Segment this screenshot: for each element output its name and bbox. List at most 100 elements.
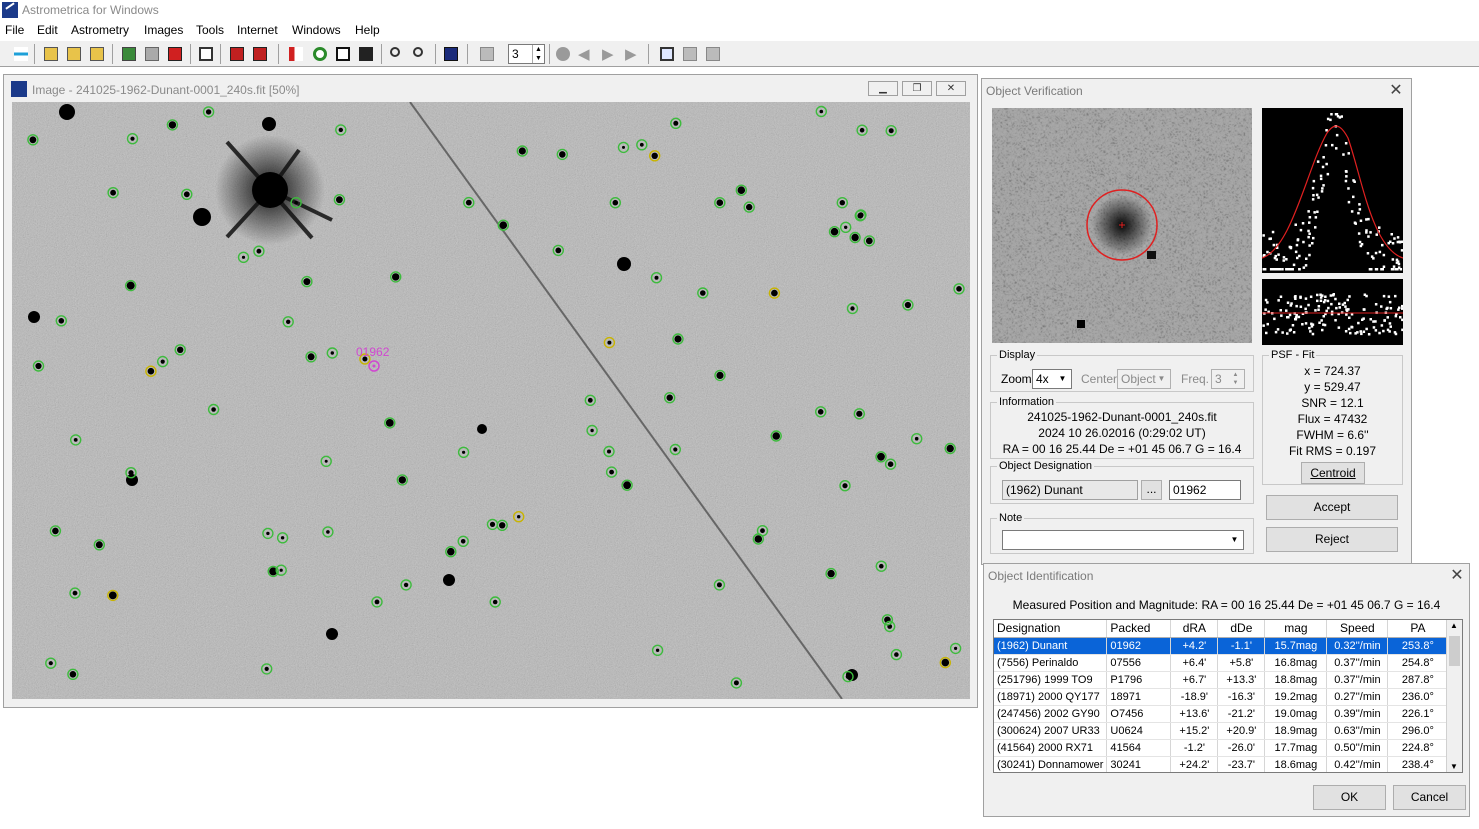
table-cell: 17.7mag xyxy=(1264,739,1328,757)
data-reduction-button[interactable] xyxy=(228,45,246,63)
column-header[interactable]: Designation xyxy=(994,620,1108,638)
menu-help[interactable]: Help xyxy=(355,23,380,37)
menu-file[interactable]: File xyxy=(5,23,24,37)
packed-designation-field[interactable]: 01962 xyxy=(1169,480,1241,500)
column-header[interactable]: mag xyxy=(1264,620,1328,638)
menu-windows[interactable]: Windows xyxy=(292,23,341,37)
psf-flux: Flux = 47432 xyxy=(1297,412,1368,426)
zoom-select[interactable]: 4x ▼ xyxy=(1032,369,1072,389)
close-button[interactable]: ✕ xyxy=(936,81,966,96)
restore-button[interactable]: ❐ xyxy=(902,81,932,96)
verification-close-button[interactable]: ✕ xyxy=(1387,82,1405,100)
menu-astrometry[interactable]: Astrometry xyxy=(71,23,129,37)
load-dark-button[interactable] xyxy=(65,45,83,63)
previous-button[interactable]: ◀ xyxy=(576,45,594,63)
note-select[interactable]: ▼ xyxy=(1002,530,1244,550)
menu-tools[interactable]: Tools xyxy=(196,23,224,37)
column-header[interactable]: Speed xyxy=(1326,620,1389,638)
table-cell: 236.0° xyxy=(1387,688,1449,706)
psf-legend: PSF - Fit xyxy=(1271,349,1315,361)
toolbar: 3 ▲ ▼ ◀ ▶ ▶ xyxy=(0,41,1479,67)
select-image-button[interactable] xyxy=(658,45,676,63)
menu-internet[interactable]: Internet xyxy=(237,23,278,37)
menu-images[interactable]: Images xyxy=(144,23,183,37)
scrollbar-thumb[interactable] xyxy=(1449,636,1460,666)
table-row[interactable]: (30241) Donnamower 30241 +24.2' -23.7' 18.6m… xyxy=(994,756,1449,772)
centroid-button[interactable]: Centroid xyxy=(1301,462,1365,484)
minimize-button[interactable]: ▁ xyxy=(868,81,898,96)
star-button[interactable] xyxy=(120,45,138,63)
known-objects-icon xyxy=(289,47,303,61)
blink-settings-button[interactable] xyxy=(478,45,496,63)
blink-icon xyxy=(145,47,159,61)
ok-button[interactable]: OK xyxy=(1313,785,1386,810)
info-date: 2024 10 26.02016 (0:29:02 UT) xyxy=(1038,426,1206,440)
load-flat-button[interactable] xyxy=(88,45,106,63)
table-row[interactable]: (41564) 2000 RX71 41564 -1.2' -26.0' 17.7mag… xyxy=(994,739,1449,757)
table-row[interactable]: (300624) 2007 UR33 U0624 +15.2' +20.9' 18.9m… xyxy=(994,722,1449,740)
select-object-button[interactable] xyxy=(442,45,460,63)
load-images-button[interactable] xyxy=(42,45,60,63)
menu-edit[interactable]: Edit xyxy=(37,23,58,37)
cancel-button[interactable]: Cancel xyxy=(1393,785,1466,810)
next-icon: ▶ xyxy=(625,46,637,63)
menu-bar: File Edit Astrometry Images Tools Intern… xyxy=(0,21,1479,40)
next-button[interactable]: ▶ xyxy=(623,45,641,63)
identification-grid: Designation Packed dRA dDe mag Speed PA … xyxy=(994,620,1449,772)
image-display-icon xyxy=(359,47,373,61)
track-and-stack-button[interactable] xyxy=(334,45,352,63)
browse-designation-button[interactable]: ... xyxy=(1141,480,1162,500)
moving-object-button[interactable] xyxy=(251,45,269,63)
reject-button[interactable]: Reject xyxy=(1266,527,1398,552)
reference-stars-button[interactable] xyxy=(197,45,215,63)
zoom-out-button[interactable] xyxy=(411,45,429,63)
settings-button[interactable] xyxy=(166,45,184,63)
play-button[interactable]: ▶ xyxy=(600,45,618,63)
blink-button[interactable] xyxy=(143,45,161,63)
table-cell: -1.2' xyxy=(1170,739,1219,757)
table-cell: 287.8° xyxy=(1387,671,1449,689)
chevron-up-icon[interactable]: ▲ xyxy=(1450,621,1458,630)
psf-snr: SNR = 12.1 xyxy=(1301,396,1364,410)
table-cell: 253.8° xyxy=(1387,637,1449,655)
table-row[interactable]: (18971) 2000 QY177 18971 -18.9' -16.3' 19.2m… xyxy=(994,688,1449,706)
open-image-button[interactable] xyxy=(12,45,30,63)
object-designation-group: Object Designation (1962) Dunant ... 019… xyxy=(990,460,1254,504)
vertical-scrollbar[interactable]: ▲ ▼ xyxy=(1446,620,1462,772)
star-field-image[interactable]: 01962 xyxy=(12,102,970,699)
column-header[interactable]: PA xyxy=(1387,620,1449,638)
center-select[interactable]: Object ▼ xyxy=(1117,369,1171,389)
table-row[interactable]: (247456) 2002 GY90 O7456 +13.6' -21.2' 19.0m… xyxy=(994,705,1449,723)
image-button[interactable] xyxy=(357,45,375,63)
tile-button[interactable] xyxy=(704,45,722,63)
stepper-arrows-icon[interactable]: ▲ ▼ xyxy=(532,45,544,63)
designation-field[interactable]: (1962) Dunant xyxy=(1002,480,1138,500)
chevron-down-icon: ▼ xyxy=(1157,374,1166,383)
zoom-in-button[interactable] xyxy=(388,45,406,63)
chevron-down-icon[interactable]: ▼ xyxy=(1450,762,1458,771)
table-row[interactable]: (1962) Dunant 01962 +4.2' -1.1' 15.7mag 0.32'… xyxy=(994,637,1449,655)
object-cutout-image[interactable] xyxy=(992,108,1252,343)
table-row[interactable]: (7556) Perinaldo 07556 +6.4' +5.8' 16.8mag 0.… xyxy=(994,654,1449,672)
identification-close-button[interactable]: ✕ xyxy=(1448,567,1466,585)
frame-stepper[interactable]: 3 ▲ ▼ xyxy=(508,44,545,64)
accept-button[interactable]: Accept xyxy=(1266,495,1398,520)
table-cell: 0.32''/min xyxy=(1326,637,1389,655)
column-header[interactable]: Packed xyxy=(1106,620,1172,638)
known-objects-button[interactable] xyxy=(287,45,305,63)
zoom-label: Zoom xyxy=(1001,372,1032,386)
stop-button[interactable] xyxy=(554,45,572,63)
freq-label: Freq. xyxy=(1181,372,1210,386)
circle-button[interactable] xyxy=(311,45,329,63)
table-cell: +6.4' xyxy=(1170,654,1219,672)
window-button[interactable] xyxy=(681,45,699,63)
table-cell: P1796 xyxy=(1106,671,1172,689)
column-header[interactable]: dRA xyxy=(1170,620,1219,638)
chevron-down-icon: ▼ xyxy=(1230,535,1239,544)
image-window-caption: Image - 241025-1962-Dunant-0001_240s.fit… xyxy=(4,75,977,101)
table-row[interactable]: (251796) 1999 TO9 P1796 +6.7' +13.3' 18.8mag… xyxy=(994,671,1449,689)
psf-fwhm: FWHM = 6.6'' xyxy=(1296,428,1369,442)
identification-table[interactable]: Designation Packed dRA dDe mag Speed PA … xyxy=(993,619,1463,773)
freq-stepper[interactable]: 3 ▲ ▼ xyxy=(1211,369,1245,389)
column-header[interactable]: dDe xyxy=(1217,620,1266,638)
